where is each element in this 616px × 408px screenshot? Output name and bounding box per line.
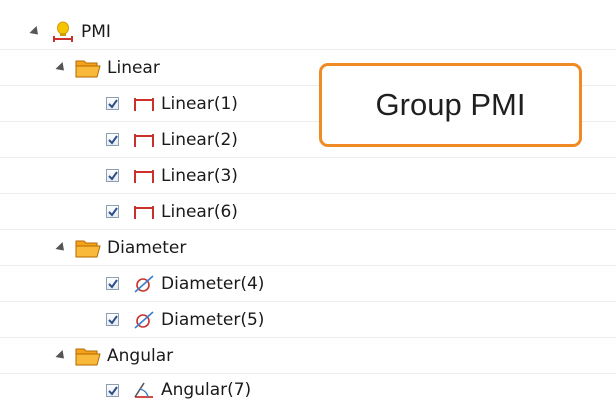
visibility-checkbox[interactable] [106,133,119,146]
visibility-checkbox[interactable] [106,313,119,326]
tree-item-diameter-5[interactable]: Diameter(5) [0,302,616,338]
tree-item-linear-3[interactable]: Linear(3) [0,158,616,194]
tree-item-linear-6[interactable]: Linear(6) [0,194,616,230]
tree-item-label: Angular(7) [161,380,252,400]
folder-icon [75,238,101,258]
angular-dimension-icon [133,380,155,400]
group-pmi-callout: Group PMI [319,63,582,147]
visibility-checkbox[interactable] [106,97,119,110]
expand-arrow-icon[interactable] [55,241,68,254]
visibility-checkbox[interactable] [106,383,119,397]
tree-group-diameter[interactable]: Diameter [0,230,616,266]
tree-item-label: Diameter(5) [161,309,265,330]
expand-arrow-icon[interactable] [55,349,68,362]
tree-node-label: Diameter [107,237,187,258]
tree-item-label: Linear(3) [161,165,238,186]
folder-icon [75,346,101,366]
tree-group-angular[interactable]: Angular [0,338,616,374]
visibility-checkbox[interactable] [106,169,119,182]
tree-item-diameter-4[interactable]: Diameter(4) [0,266,616,302]
callout-text: Group PMI [375,87,526,122]
linear-dimension-icon [133,95,155,113]
tree-node-label: PMI [81,21,111,42]
diameter-dimension-icon [133,310,155,330]
diameter-dimension-icon [133,274,155,294]
expand-arrow-icon[interactable] [55,61,68,74]
linear-dimension-icon [133,131,155,149]
tree-item-label: Linear(2) [161,129,238,150]
pmi-tree: PMI Linear Linear(1) Linear(2) Linear(3)… [0,0,616,408]
tree-item-label: Linear(1) [161,93,238,114]
pmi-bulb-icon [51,20,75,44]
tree-node-label: Angular [107,345,174,366]
tree-item-label: Diameter(4) [161,273,265,294]
visibility-checkbox[interactable] [106,277,119,290]
tree-item-label: Linear(6) [161,201,238,222]
linear-dimension-icon [133,167,155,185]
visibility-checkbox[interactable] [106,205,119,218]
folder-icon [75,58,101,78]
linear-dimension-icon [133,203,155,221]
tree-item-angular-7[interactable]: Angular(7) [0,372,616,408]
tree-node-label: Linear [107,57,160,78]
expand-arrow-icon[interactable] [29,25,42,38]
tree-node-pmi[interactable]: PMI [0,14,616,50]
